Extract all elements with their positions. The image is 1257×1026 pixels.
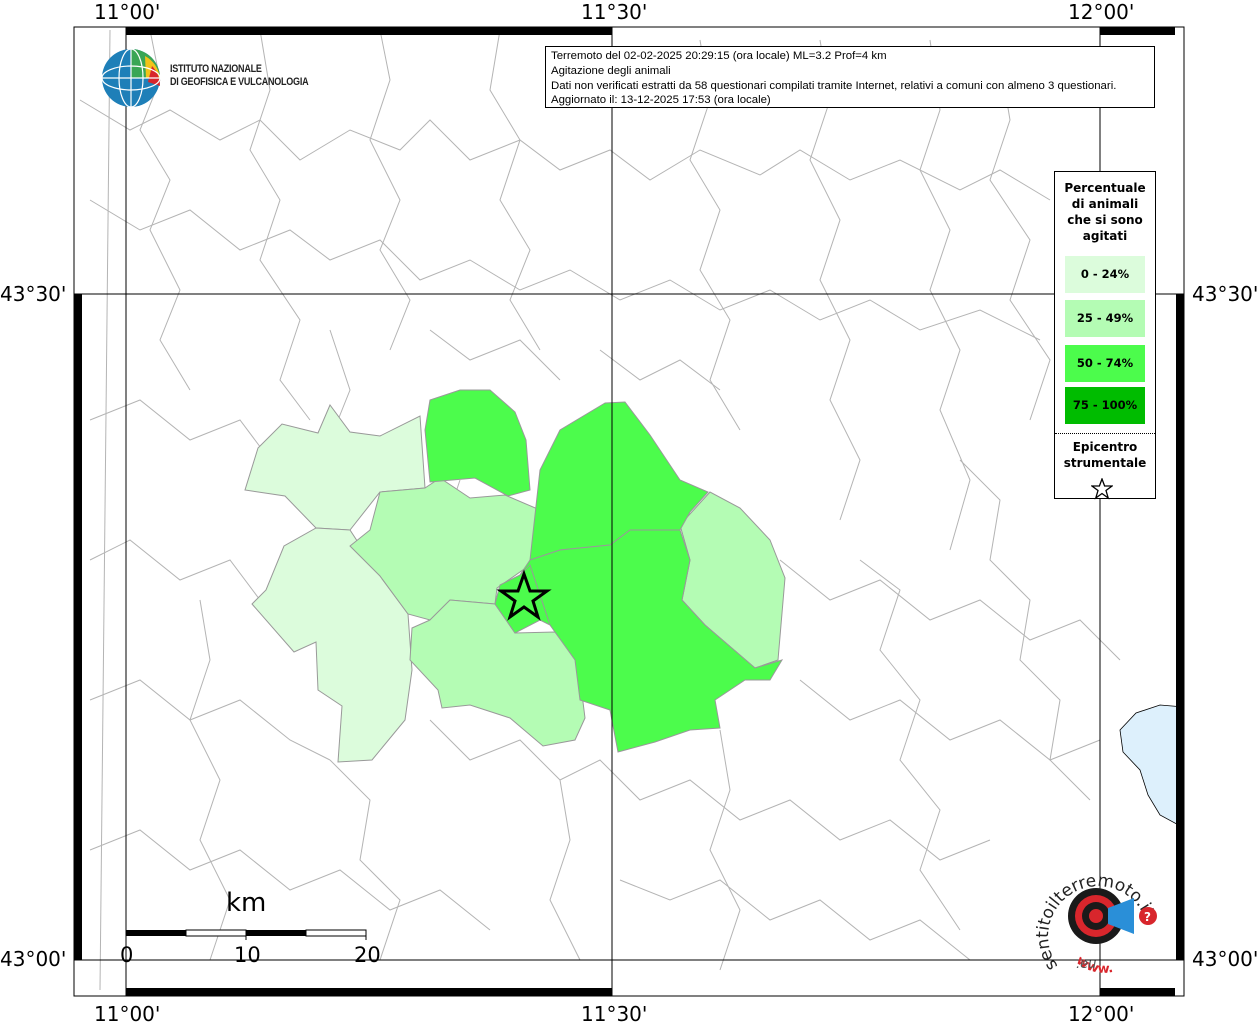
legend-class-50-74: 50 - 74%: [1065, 345, 1145, 382]
lon-label-mid-bottom: 11°30': [581, 1002, 648, 1026]
lon-label-left-top: 11°00': [94, 0, 161, 24]
event-info-line-3: Dati non verificati estratti da 58 quest…: [551, 79, 1117, 92]
event-info-line-4: Aggiornato il: 13-12-2025 17:53 (ora loc…: [551, 94, 771, 107]
legend: Percentuale di animali che si sono agita…: [1054, 171, 1156, 500]
legend-title-line-2: di animali: [1071, 197, 1139, 211]
lat-label-top-right: 43°30': [1192, 282, 1257, 306]
legend-class-75-100: 75 - 100%: [1065, 387, 1145, 424]
institute-line-1: ISTITUTO NAZIONALE: [170, 63, 262, 75]
event-info-line-1: Terremoto del 02-02-2025 20:29:15 (ora l…: [551, 50, 887, 62]
institute-name: ISTITUTO NAZIONALE DI GEOFISICA E VULCAN…: [170, 63, 309, 89]
legend-title: Percentuale di animali che si sono agita…: [1055, 180, 1155, 244]
lat-label-bottom-left: 43°00': [0, 947, 67, 971]
legend-class-0-24: 0 - 24%: [1065, 256, 1145, 293]
legend-title-line-4: agitati: [1082, 229, 1128, 243]
scale-tick-0: 0: [120, 943, 134, 967]
star-icon: [1090, 477, 1114, 504]
lon-label-right-bottom: 12°00': [1068, 1002, 1135, 1026]
lon-label-left-bottom: 11°00': [94, 1002, 161, 1026]
legend-epicenter-label: Epicentro strumentale: [1055, 439, 1155, 471]
legend-epicenter-line-1: Epicentro: [1072, 440, 1138, 454]
institute-line-2: DI GEOFISICA E VULCANOLOGIA: [170, 76, 309, 88]
ingv-logo: [100, 46, 164, 114]
event-info-line-2: Agitazione degli animali: [551, 64, 671, 77]
legend-class-25-49: 25 - 49%: [1065, 300, 1145, 337]
legend-epicenter-line-2: strumentale: [1063, 456, 1147, 470]
legend-separator: [1055, 433, 1155, 434]
lon-label-mid-top: 11°30': [581, 0, 648, 24]
sentitoilterremoto-logo: sentitoilterremoto.it ? www. .eu: [1033, 858, 1166, 977]
legend-title-line-1: Percentuale: [1064, 181, 1146, 195]
event-info-box: Terremoto del 02-02-2025 20:29:15 (ora l…: [545, 46, 1155, 108]
brand-domain: .eu: [1076, 957, 1096, 972]
lat-label-bottom-right: 43°00': [1192, 947, 1257, 971]
legend-title-line-3: che si sono: [1067, 213, 1143, 227]
scale-tick-10: 10: [234, 943, 261, 967]
svg-text:?: ?: [1144, 910, 1151, 924]
scale-tick-20: 20: [354, 943, 381, 967]
scale-unit: km: [226, 888, 267, 918]
lon-label-right-top: 12°00': [1068, 0, 1135, 24]
lat-label-top-left: 43°30': [0, 282, 67, 306]
